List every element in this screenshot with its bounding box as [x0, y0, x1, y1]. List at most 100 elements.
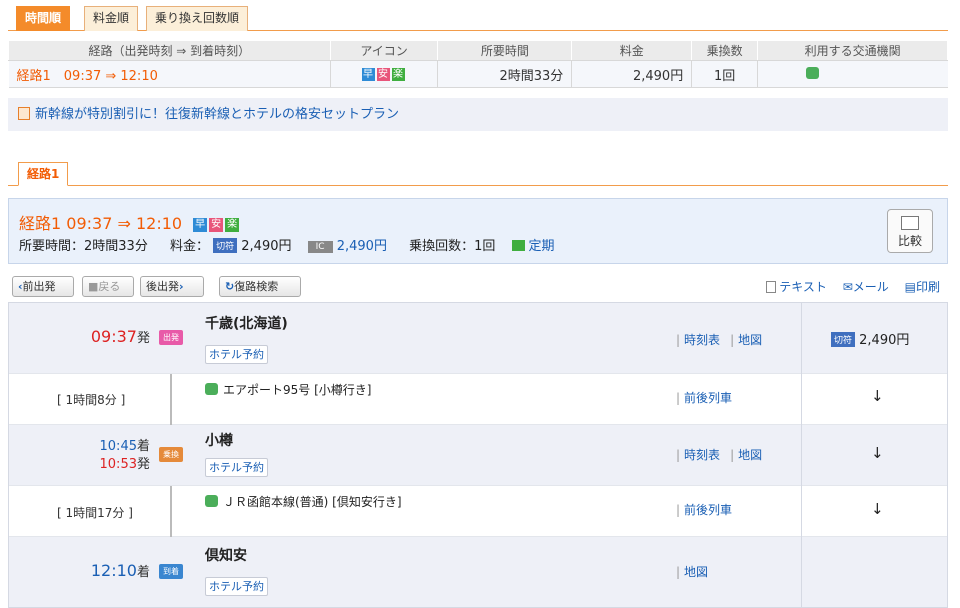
- ticket-fare: 2,490円: [241, 239, 292, 254]
- tab-time-order[interactable]: 時間順: [16, 6, 71, 31]
- down-arrow-icon: ↓: [871, 500, 884, 518]
- document-icon: [766, 281, 777, 293]
- segment-fare-value: 2,490円: [859, 333, 910, 348]
- route-info: 所要時間：2時間33分 料金： 切符 2,490円 IC 2,490円 乗換回数…: [19, 235, 555, 254]
- print-link-label: 印刷: [915, 280, 940, 294]
- tab-fare-order[interactable]: 料金順: [84, 6, 139, 31]
- route-1-link[interactable]: 経路1 09:37 ⇒ 12:10: [8, 60, 331, 88]
- back-button[interactable]: ■戻る: [82, 276, 134, 297]
- route-actions: テキスト ✉メール ▤印刷: [754, 278, 940, 295]
- commuter-pass-link[interactable]: 定期: [529, 239, 555, 254]
- transfer-label: 乗換回数：1回: [409, 239, 496, 254]
- route-title-text: 経路1 09:37 ⇒ 12:10: [19, 214, 183, 233]
- print-link[interactable]: ▤印刷: [905, 280, 940, 294]
- station-name[interactable]: 倶知安: [205, 545, 247, 565]
- route-detail: 09:37発 出発 千歳(北海道) ホテル予約 | 時刻表 | 地図 切符 2,490…: [8, 302, 948, 608]
- map-link[interactable]: 地図: [738, 333, 762, 347]
- ticket-tag: 切符: [213, 238, 238, 253]
- adjacent-trains-link[interactable]: 前後列車: [684, 391, 732, 405]
- down-arrow-icon: ↓: [871, 387, 884, 405]
- chevron-right-icon: ›: [179, 280, 184, 293]
- arr-time-label: 着: [136, 565, 150, 580]
- prev-departure-button[interactable]: ‹前出発: [12, 276, 74, 297]
- fare-column-divider: [801, 303, 802, 607]
- station-links: | 時刻表 | 地図: [676, 333, 763, 347]
- mail-link[interactable]: ✉メール: [843, 280, 889, 294]
- departure-time: 09:37発: [91, 327, 150, 346]
- text-link-label: テキスト: [779, 280, 827, 294]
- leg-links: | 前後列車: [676, 503, 733, 517]
- arrival-time: 10:45着: [100, 435, 150, 454]
- station-links: | 地図: [676, 565, 709, 579]
- table-header: 経路（出発時刻 ⇒ 到着時刻） アイコン 所要時間 料金 乗換数 利用する交通機…: [8, 40, 948, 61]
- departure-time: 10:53発: [100, 453, 150, 472]
- adjacent-trains-link[interactable]: 前後列車: [684, 503, 732, 517]
- station-links: | 時刻表 | 地図: [676, 448, 763, 462]
- fare-label: 料金：: [169, 239, 209, 254]
- table-row[interactable]: 経路1 09:37 ⇒ 12:10 早安楽 2時間33分 2,490円 1回: [8, 60, 948, 88]
- hotel-reserve-button[interactable]: ホテル予約: [205, 458, 268, 477]
- train-name-text: ＪＲ函館本線(普通) [倶知安行き]: [223, 495, 402, 509]
- train-name: ＪＲ函館本線(普通) [倶知安行き]: [205, 493, 402, 510]
- train-name-text: エアポート95号 [小樽行き]: [223, 383, 372, 397]
- tab-transfer-order[interactable]: 乗り換え回数順: [146, 6, 249, 31]
- timetable-link[interactable]: 時刻表: [684, 448, 720, 462]
- stop-transfer: 10:45着 10:53発 乗換 小樽 ホテル予約 | 時刻表 | 地図 ↓: [9, 425, 947, 485]
- segment-fare: 切符 2,490円: [831, 329, 909, 348]
- map-link[interactable]: 地図: [684, 565, 708, 579]
- arr-time-value: 10:45: [99, 439, 137, 454]
- leg-duration: [ 1時間8分 ]: [57, 393, 126, 407]
- compare-icon: [901, 216, 919, 230]
- leg-1: [ 1時間8分 ] エアポート95号 [小樽行き] | 前後列車 ↓: [9, 373, 947, 426]
- leg-duration: [ 1時間17分 ]: [57, 506, 133, 520]
- printer-icon: ▤: [904, 280, 916, 294]
- compare-button[interactable]: 比較: [887, 209, 933, 253]
- down-arrow-icon: ↓: [871, 444, 884, 462]
- map-link[interactable]: 地図: [738, 448, 762, 462]
- header-fare: 料金: [571, 40, 693, 61]
- transfer-mark-icon: 乗換: [159, 447, 183, 462]
- promo-link[interactable]: 新幹線が特別割引に！往復新幹線とホテルの格安セットプラン: [35, 107, 399, 122]
- hotel-reserve-button[interactable]: ホテル予約: [205, 577, 268, 596]
- arr-time-value: 12:10: [90, 561, 137, 580]
- train-icon: [205, 495, 218, 507]
- next-departure-button[interactable]: 後出発›: [140, 276, 204, 297]
- route-title: 経路1 09:37 ⇒ 12:10 早安楽: [19, 210, 241, 234]
- route-badges: 早安楽: [330, 60, 439, 88]
- stop-departure: 09:37発 出発 千歳(北海道) ホテル予約 | 時刻表 | 地図 切符 2,490…: [9, 303, 947, 373]
- back-label: 戻る: [98, 280, 121, 293]
- mail-icon: ✉: [842, 280, 853, 294]
- prev-label: 前出発: [22, 280, 56, 293]
- fare-cell: 2,490円: [571, 60, 693, 88]
- ic-tag: IC: [307, 241, 333, 253]
- cheap-badge-icon: 安: [209, 217, 224, 232]
- compare-label: 比較: [897, 234, 922, 248]
- hotel-reserve-button[interactable]: ホテル予約: [205, 345, 268, 364]
- route-summary-table: 経路（出発時刻 ⇒ 到着時刻） アイコン 所要時間 料金 乗換数 利用する交通機…: [8, 40, 948, 88]
- header-route: 経路（出発時刻 ⇒ 到着時刻）: [8, 40, 331, 61]
- hotel-plan-icon: [18, 107, 30, 120]
- header-icons: アイコン: [329, 40, 439, 61]
- dep-time-value: 10:53: [99, 457, 137, 472]
- commuter-pass-icon: [511, 240, 525, 251]
- station-name[interactable]: 千歳(北海道): [205, 313, 288, 333]
- return-label: 復路検索: [234, 280, 279, 293]
- header-duration: 所要時間: [437, 40, 573, 61]
- promo-banner: 新幹線が特別割引に！往復新幹線とホテルの格安セットプラン: [8, 98, 948, 131]
- ticket-tag: 切符: [831, 332, 856, 347]
- tab-route-1[interactable]: 経路1: [18, 162, 69, 186]
- route-line: [170, 374, 172, 426]
- return-search-button[interactable]: ↻復路検索: [219, 276, 301, 297]
- train-name: エアポート95号 [小樽行き]: [205, 381, 371, 398]
- text-link[interactable]: テキスト: [766, 280, 827, 294]
- refresh-icon: ↻: [225, 280, 235, 293]
- arrival-time: 12:10着: [91, 561, 150, 580]
- train-icon: [205, 383, 218, 395]
- arrival-mark-icon: 到着: [159, 564, 183, 579]
- duration-cell: 2時間33分: [437, 60, 573, 88]
- station-name[interactable]: 小樽: [205, 430, 233, 450]
- timetable-link[interactable]: 時刻表: [684, 333, 720, 347]
- arr-time-label: 着: [136, 439, 150, 454]
- stop-arrival: 12:10着 到着 倶知安 ホテル予約 | 地図: [9, 537, 947, 607]
- header-transport: 利用する交通機関: [757, 40, 948, 61]
